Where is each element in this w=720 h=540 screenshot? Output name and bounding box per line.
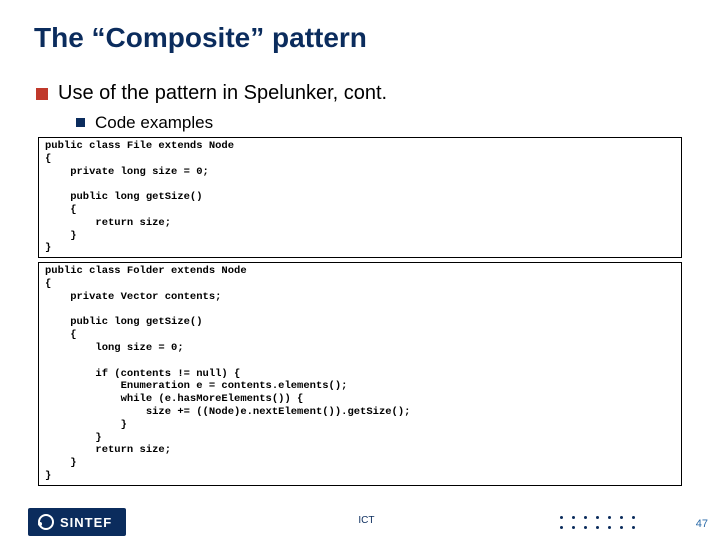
slide-footer: SINTEF ICT 47 [0,504,720,540]
bullet-square-icon [36,88,48,100]
brand-logo: SINTEF [28,508,126,536]
logo-ring-icon [38,514,54,530]
code-example-folder: public class Folder extends Node { priva… [38,262,682,486]
decorative-dots [558,514,636,530]
code-example-file: public class File extends Node { private… [38,137,682,258]
bullet-text: Use of the pattern in Spelunker, cont. [58,82,387,105]
bullet-level2: Code examples [76,113,690,133]
bullet-subtext: Code examples [95,113,213,133]
slide-title: The “Composite” pattern [34,22,690,54]
bullet-level1: Use of the pattern in Spelunker, cont. [36,82,690,105]
bullet-square-icon [76,118,85,127]
brand-name: SINTEF [60,515,112,530]
page-number: 47 [696,518,708,530]
footer-label: ICT [358,515,374,526]
